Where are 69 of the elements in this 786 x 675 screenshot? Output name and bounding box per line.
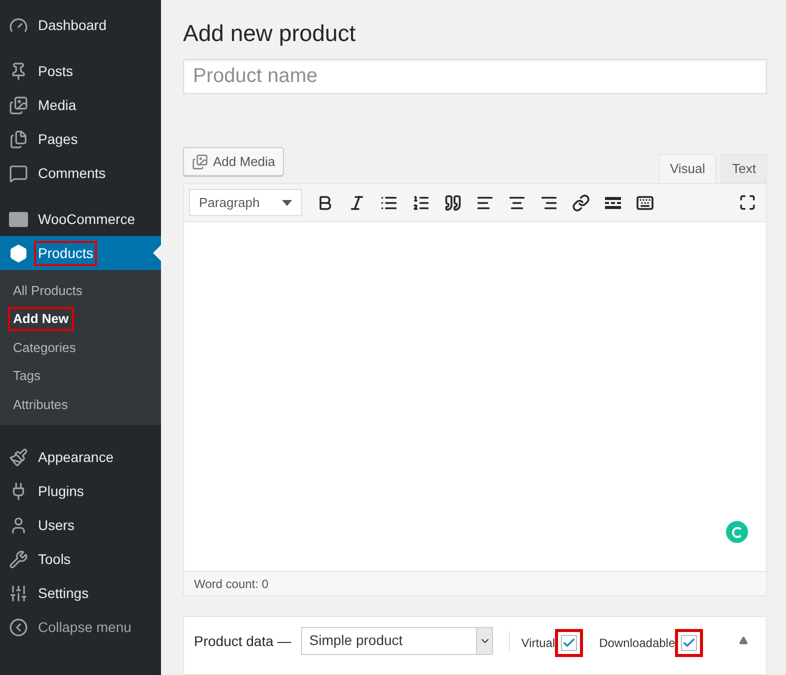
check-icon	[682, 636, 696, 650]
grammarly-icon	[726, 521, 748, 544]
menu-label: Dashboard	[37, 16, 108, 34]
menu-label: Pages	[37, 130, 79, 149]
wrench-icon	[9, 550, 28, 569]
editor-tab[interactable]: Visual	[658, 154, 716, 184]
menu-item[interactable]: Settings	[0, 576, 161, 610]
submenu-item[interactable]: Tags	[10, 366, 44, 386]
menu-label: Products	[36, 242, 96, 264]
numbered-list-icon	[412, 194, 430, 212]
submenu-item[interactable]: Attributes	[10, 394, 71, 414]
menu-item[interactable]: Pages	[0, 122, 161, 156]
menu-label: Plugins	[37, 482, 85, 501]
menu-label: Collapse menu	[37, 618, 132, 637]
panel-title: Product data —	[194, 632, 292, 651]
menu-item[interactable]: Plugins	[0, 474, 161, 508]
menu-label: Media	[37, 96, 78, 114]
menu-label: WooCommerce	[37, 210, 136, 228]
user-icon	[9, 516, 28, 535]
checkbox[interactable]	[561, 634, 578, 651]
editor-tab[interactable]: Text	[721, 154, 767, 184]
gauge-icon	[9, 16, 28, 34]
collapse-icon	[9, 618, 28, 637]
collapse-toggle-icon[interactable]	[739, 636, 748, 645]
link-icon	[572, 194, 590, 212]
menu-item[interactable]: Comments	[0, 156, 161, 190]
quote-icon	[444, 194, 462, 212]
menu-label: Appearance	[37, 448, 115, 467]
submenu-item[interactable]: All Products	[10, 280, 86, 300]
submenu-item[interactable]: Categories	[10, 338, 79, 357]
menu-label: Posts	[37, 62, 74, 80]
menu-item[interactable]: Appearance	[0, 440, 161, 474]
product-type-select[interactable]: Simple product	[301, 626, 494, 655]
format-select[interactable]: Paragraph	[189, 189, 302, 216]
option-label: Downloadable	[599, 634, 676, 652]
menu-item[interactable]: Media	[0, 88, 161, 122]
menu-item[interactable]: Users	[0, 508, 161, 542]
paintbrush-icon	[9, 448, 28, 467]
keyboard-icon	[636, 194, 654, 212]
menu-label: Comments	[37, 164, 107, 182]
more-tag-icon	[605, 196, 621, 209]
menu-item[interactable]: Dashboard	[0, 8, 161, 42]
page-title: Add new product	[183, 19, 357, 45]
woo-icon	[9, 212, 28, 226]
menu-item[interactable]: Tools	[0, 542, 161, 576]
menu-item[interactable]: Products	[0, 236, 161, 270]
media-icon	[192, 154, 208, 170]
italic-icon	[348, 194, 366, 212]
sliders-icon	[9, 584, 28, 603]
option-label: Virtual	[521, 634, 556, 652]
media-icon	[9, 96, 28, 114]
caret-icon	[282, 200, 292, 206]
fullscreen-icon	[738, 194, 756, 212]
submenu-item[interactable]: Add New	[10, 309, 72, 328]
comment-icon	[9, 164, 28, 182]
pages-icon	[9, 130, 28, 148]
menu-item[interactable]: WooCommerce	[0, 202, 161, 236]
product-name-field[interactable]: Product name	[183, 59, 767, 94]
add-media-button[interactable]: Add Media	[183, 147, 284, 176]
menu-label: Users	[37, 516, 76, 535]
menu-label: Settings	[37, 584, 90, 603]
menu-label: Tools	[37, 550, 72, 569]
current-arrow-icon	[153, 245, 161, 261]
check-icon	[562, 636, 576, 650]
word-count: Word count: 0	[194, 576, 268, 593]
menu-item[interactable]: Collapse menu	[0, 610, 161, 644]
pin-icon	[9, 62, 28, 80]
checkbox[interactable]	[681, 634, 698, 651]
menu-item[interactable]: Posts	[0, 54, 161, 88]
